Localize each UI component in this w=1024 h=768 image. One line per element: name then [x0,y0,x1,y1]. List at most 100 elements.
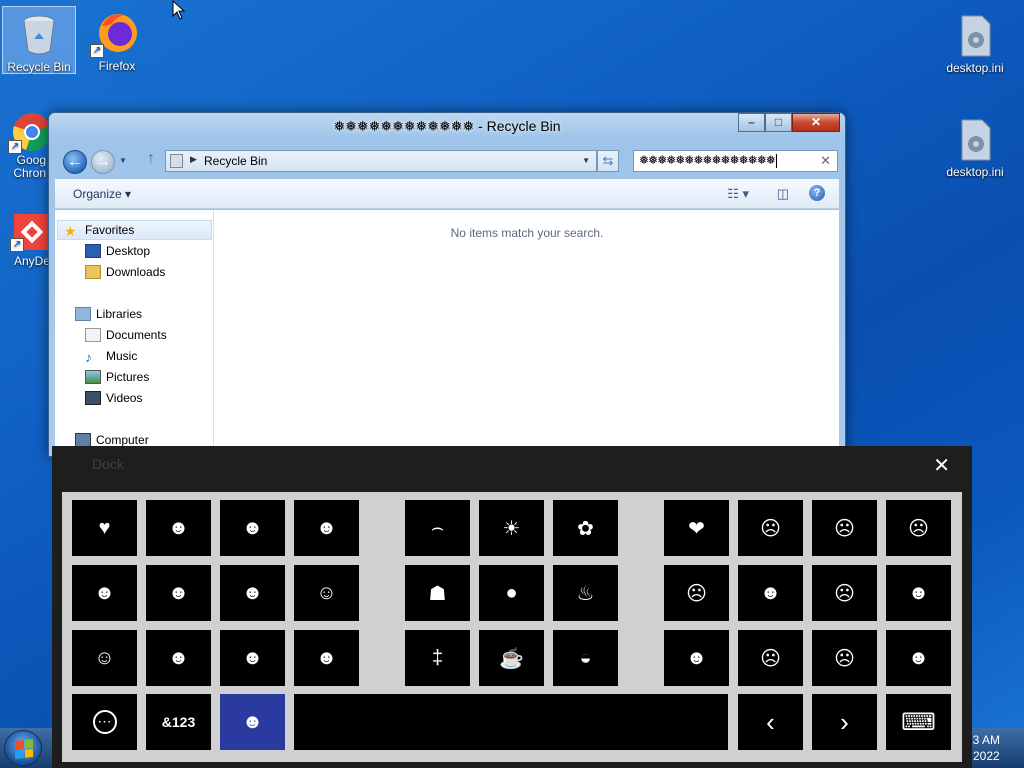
preview-pane-icon[interactable]: ◫ [777,186,789,202]
emoji-key-r2-c1[interactable]: ☻ [72,565,137,621]
emoji-key-r2-c5[interactable]: ☗ [405,565,470,621]
desktop-icon-desktop-ini-1[interactable]: desktop.ini [938,8,1012,75]
windows-logo-icon [15,739,33,759]
emoji-key-r1-c1[interactable]: ♥ [72,500,137,556]
settings-file-icon [952,12,998,58]
maximize-button[interactable]: □ [765,113,792,132]
address-bar[interactable]: ▶ Recycle Bin ▼ [165,150,597,172]
desktop-icon-firefox[interactable]: ↗ Firefox [80,6,154,73]
emoji-key-r3-c1[interactable]: ☺ [72,630,137,686]
desktop-icon-recycle-bin[interactable]: Recycle Bin [2,6,76,74]
emoji-key-r1-c3[interactable]: ☻ [220,500,285,556]
emoji-key-r1-c9[interactable]: ☹ [738,500,803,556]
emoji-key-r1-c4[interactable]: ☻ [294,500,359,556]
nav-libraries[interactable]: Libraries [75,304,142,324]
shortcut-arrow-icon: ↗ [10,238,24,252]
emoji-key-r2-c10[interactable]: ☹ [812,565,877,621]
minimize-button[interactable]: – [738,113,765,132]
clear-search-icon[interactable]: ✕ [820,153,831,169]
change-view-icon[interactable]: ☷ ▾ [727,186,749,202]
emoji-key-r1-c7[interactable]: ✿ [553,500,618,556]
refresh-button[interactable]: ⇆ [597,150,619,172]
desktop-icon-chrome[interactable]: ↗ Goog Chron [0,112,52,180]
emoji-key[interactable]: ☻ [220,694,285,750]
start-button[interactable] [4,730,42,766]
symbols-key[interactable]: &123 [146,694,211,750]
command-bar: Organize ▾ ☷ ▾ ◫ ? [55,179,839,209]
emoji-key-r1-c11[interactable]: ☹ [886,500,951,556]
emoji-key-r1-c10[interactable]: ☹ [812,500,877,556]
nav-downloads[interactable]: Downloads [85,262,165,282]
nav-videos[interactable]: Videos [85,388,142,408]
pictures-icon [85,370,101,384]
emoji-key-r3-c2[interactable]: ☻ [146,630,211,686]
help-icon[interactable]: ? [809,185,825,201]
more-options-key[interactable]: ⋯ [72,694,137,750]
nav-desktop-label: Desktop [106,244,151,258]
system-clock[interactable]: 3 AM 2022 [973,732,1000,764]
recent-pages-dropdown-icon[interactable]: ▼ [119,156,127,165]
emoji-key-r3-c7[interactable]: ◒ [553,630,618,686]
emoji-key-r1-c6[interactable]: ☀ [479,500,544,556]
organize-menu-button[interactable]: Organize ▾ [73,187,131,201]
desktop-icon-desktop-ini-2[interactable]: desktop.ini [938,112,1012,179]
nav-favorites[interactable]: ★ Favorites [57,220,212,240]
emoji-key-r2-c4[interactable]: ☺ [294,565,359,621]
nav-music[interactable]: ♪ Music [85,346,137,366]
emoji-key-r3-c10[interactable]: ☹ [812,630,877,686]
documents-icon [85,328,101,342]
nav-libraries-label: Libraries [96,307,143,321]
emoji-key-r2-c2[interactable]: ☻ [146,565,211,621]
nav-desktop[interactable]: Desktop [85,241,150,261]
nav-documents[interactable]: Documents [85,325,167,345]
nav-music-label: Music [106,349,138,363]
more-options-icon: ⋯ [92,710,117,734]
chrome-label: Goog Chron [13,153,46,180]
anydesk-icon: ↗ [10,214,50,252]
next-page-key[interactable]: › [812,694,877,750]
nav-videos-label: Videos [106,391,143,405]
emoji-key-r3-c6[interactable]: ☕ [479,630,544,686]
emoji-key-r3-c5[interactable]: ‡ [405,630,470,686]
up-one-level-button[interactable]: ↑ [143,150,159,172]
emoji-key-r1-c5[interactable]: ⌢ [405,500,470,556]
desktop-icon-anydesk[interactable]: ↗ AnyDe [0,214,50,268]
shortcut-arrow-icon: ↗ [90,44,104,58]
breadcrumb-chevron-icon[interactable]: ▶ [190,154,197,165]
nav-pictures[interactable]: Pictures [85,367,149,387]
emoji-key-r1-c8[interactable]: ❤ [664,500,729,556]
search-box[interactable]: ❅❅❅❅❅❅❅❅❅❅❅❅❅❅❅ ✕ [633,150,838,172]
nav-pictures-label: Pictures [106,370,150,384]
keyboard-title[interactable]: Dock [92,456,124,472]
emoji-key-r3-c11[interactable]: ☻ [886,630,951,686]
emoji-key-r2-c7[interactable]: ♨ [553,565,618,621]
emoji-key-r2-c6[interactable]: ● [479,565,544,621]
chrome-icon: ↗ [8,112,52,154]
space-key[interactable] [294,694,728,750]
forward-button[interactable]: → [91,150,115,174]
emoji-key-r3-c9[interactable]: ☹ [738,630,803,686]
window-controls: – □ ✕ [738,113,840,132]
explorer-content: ★ Favorites Desktop Downloads Libraries … [55,210,839,456]
desktop-ini-label: desktop.ini [946,61,1004,75]
emoji-key-r2-c11[interactable]: ☻ [886,565,951,621]
organize-label: Organize [73,187,122,201]
emoji-key-r2-c3[interactable]: ☻ [220,565,285,621]
nav-downloads-label: Downloads [106,265,166,279]
back-button[interactable]: ← [63,150,87,174]
nav-favorites-label: Favorites [85,223,135,237]
keyboard-close-icon[interactable]: ✕ [933,453,950,478]
previous-page-key[interactable]: ‹ [738,694,803,750]
keyboard-layout-key[interactable]: ⌨ [886,694,951,750]
window-title: ❅❅❅❅❅❅❅❅❅❅❅❅ - Recycle Bin [333,118,561,134]
emoji-key-r3-c8[interactable]: ☻ [664,630,729,686]
emoji-key-r3-c3[interactable]: ☻ [220,630,285,686]
close-button[interactable]: ✕ [792,113,840,132]
anydesk-label: AnyDe [13,254,50,268]
emoji-key-r3-c4[interactable]: ☻ [294,630,359,686]
address-dropdown-icon[interactable]: ▼ [582,156,590,165]
emoji-key-r2-c9[interactable]: ☻ [738,565,803,621]
emoji-key-r1-c2[interactable]: ☻ [146,500,211,556]
search-input-value[interactable]: ❅❅❅❅❅❅❅❅❅❅❅❅❅❅❅ [639,153,776,167]
emoji-key-r2-c8[interactable]: ☹ [664,565,729,621]
